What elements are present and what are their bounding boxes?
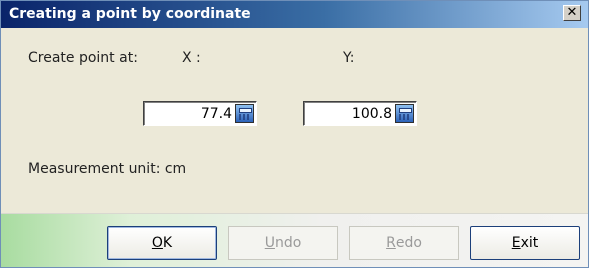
measurement-unit-label: Measurement unit: cm xyxy=(28,161,187,177)
close-icon: ✕ xyxy=(566,5,578,20)
undo-label: ndo xyxy=(274,235,302,251)
create-point-label: Create point at: xyxy=(28,50,138,66)
x-coordinate-field[interactable]: 77.4 xyxy=(143,101,257,126)
exit-label: xit xyxy=(520,235,539,251)
point-by-coordinate-dialog: Creating a point by coordinate ✕ Create … xyxy=(0,0,589,268)
x-coordinate-value[interactable]: 77.4 xyxy=(201,106,232,122)
dialog-title: Creating a point by coordinate xyxy=(9,6,251,22)
redo-label: edo xyxy=(395,235,422,251)
undo-button[interactable]: Undo xyxy=(228,226,338,260)
calculator-icon[interactable] xyxy=(235,104,254,123)
calculator-icon[interactable] xyxy=(395,104,414,123)
x-label: X : xyxy=(182,50,201,66)
button-bar: OK Undo Redo Exit xyxy=(1,213,588,267)
y-coordinate-field[interactable]: 100.8 xyxy=(303,101,417,126)
ok-label: K xyxy=(162,235,173,251)
ok-button[interactable]: OK xyxy=(107,226,217,260)
y-coordinate-value[interactable]: 100.8 xyxy=(352,106,392,122)
undo-mnemonic: U xyxy=(264,235,275,251)
ok-mnemonic: O xyxy=(151,235,163,251)
title-bar[interactable]: Creating a point by coordinate ✕ xyxy=(1,1,588,28)
close-button[interactable]: ✕ xyxy=(563,5,581,21)
exit-button[interactable]: Exit xyxy=(470,226,580,260)
redo-button[interactable]: Redo xyxy=(349,226,459,260)
redo-mnemonic: R xyxy=(386,235,396,251)
exit-mnemonic: E xyxy=(511,235,521,251)
y-label: Y: xyxy=(343,50,355,66)
